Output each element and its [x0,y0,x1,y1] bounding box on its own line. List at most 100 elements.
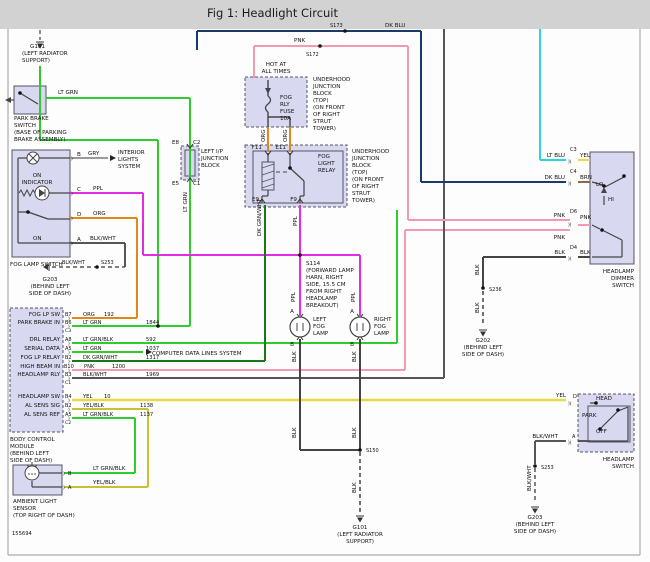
light-sensor-icon [24,465,40,481]
diagram-label: A [77,237,81,243]
diagram-label: LT GRN [183,192,189,212]
diagram-label: SUPPORT) [346,539,374,545]
splice-dot [616,408,620,412]
splice-dot [26,210,30,214]
diagram-label: 1137 [140,412,153,418]
diagram-label: )( [568,401,572,407]
diagram-label: F11 [252,145,263,151]
diagram-label: G203 [42,277,57,283]
diagram-label: FOG [313,324,325,330]
diagram-label: PNK [294,38,306,44]
diagram-label: G203 [527,515,542,521]
diagram-label: C4 [570,169,577,175]
diagram-label: A [290,309,294,315]
diagram-label: OF RIGHT [313,112,340,118]
diagram-label: SUPPORT) [22,58,50,64]
diagram-label: HARN, RIGHT [306,275,344,281]
diagram-label: DK GRN/WHT [83,355,118,361]
diagram-label: (TOP RIGHT OF DASH) [13,513,75,519]
diagram-label: BLK [352,351,358,362]
diagram-label: (TOP) [313,98,329,104]
light-sensor-icon [34,473,36,475]
diagram-label: )( [568,256,572,262]
splice-dot [318,44,322,48]
diagram-label: PPL [291,291,297,302]
diagram-label: C2 [193,140,200,146]
diagram-label: TOWER) [351,198,375,204]
diagram-label: OF RIGHT [352,184,379,190]
light-sensor-icon [28,473,30,475]
diagram-label: BLK/WHT [532,434,558,440]
diagram-label: BLK/WHT [527,465,533,491]
diagram-label: (LEFT RADIATOR [22,51,68,57]
diagram-label: PNK [554,235,566,241]
diagram-label: LEFT [313,317,327,323]
fog-lamp-icon [349,316,371,338]
diagram-label: C1 [193,181,201,187]
diagram-label: JUNCTION [351,156,380,162]
diagram-label: MODULE [10,444,35,450]
diagram-label: (TOP) [352,170,368,176]
diagram-label: ) [68,341,70,347]
diagram-label: )( [568,440,572,446]
splice-dot [481,286,485,290]
diagram-label: PARK [582,413,597,419]
diagram-label: G101 [352,525,367,531]
diagram-label: HEADLAMP SW [18,394,60,400]
diagram-label: ALL TIMES [262,69,291,75]
diagram-label: A [68,485,72,491]
diagram-label: LT GRN/BLK [83,412,114,418]
diagram-label: LT GRN/BLK [83,337,114,343]
diagram-label: BLK [475,264,481,275]
diagram-label: S172 [306,52,319,58]
diagram-label: BLK [554,250,565,256]
diagram-label: A [572,434,576,440]
diagram-label: 1138 [140,403,153,409]
diagram-label: BODY CONTROL [10,437,56,443]
diagram-label: G101 [30,44,45,50]
ground-icon [480,331,486,337]
diagram-label: )( [568,159,572,165]
diagram-label: HEADLAMP [603,269,635,275]
diagram-label: BLK/WHT [90,236,116,242]
diagram-label: ORG [283,129,289,142]
diagram-label: ) [63,485,65,491]
diagram-label: (BEHIND LEFT [516,522,555,528]
splice-dot [18,91,22,95]
diagram-label: LAMP [313,331,329,337]
diagram-label: (BEHIND LEFT [10,451,49,457]
diagram-label: E5 [172,181,180,187]
diagram-label: DK GRN/WHT [257,198,263,236]
headlight-circuit-diagram: G101(LEFT RADIATORSUPPORT)S173 DK BLUPNKS… [5,23,641,556]
diagram-label: PARK BRAKE [14,116,49,122]
diagram-label: )( [568,222,572,228]
diagram-label: LT GRN [83,346,102,352]
diagram-label: 1200 [112,364,125,370]
diagram-label: STRUT [352,191,371,197]
diagram-label: LIGHTS [118,157,139,163]
diagram-label: ) [71,216,73,222]
diagram-label: ) [63,471,65,477]
diagram-label: HEADLAMP RLY [17,372,60,378]
diagram-label: (ON FRONT [313,105,345,111]
diagram-label: (BEHIND LEFT [464,345,503,351]
diagram-label: YEL/BLK [82,403,105,409]
diagram-label: HIGH BEAM IN [20,364,60,370]
diagram-label: D4 [570,245,577,251]
diagram-label: ORG [83,312,95,318]
arrow-icon [110,155,116,161]
diagram-label: S253 [101,260,114,266]
diagram-label: BLK [580,250,591,256]
diagram-label: ON [33,236,42,242]
diagram-label: ) [68,324,70,330]
diagram-label: ) [68,368,70,374]
diagram-label: ) [68,316,70,322]
splice-dot [622,174,626,178]
diagram-label: FOG LP RELAY [21,355,61,361]
diagram-label: HOT AT [266,62,287,68]
diagram-label: LIGHT [318,161,335,167]
diagram-label: (BASE OF PARKING [14,130,67,136]
diagram-label: C [77,187,81,193]
diagram-label: S173 [330,23,343,29]
diagram-label: YEL [579,153,591,159]
